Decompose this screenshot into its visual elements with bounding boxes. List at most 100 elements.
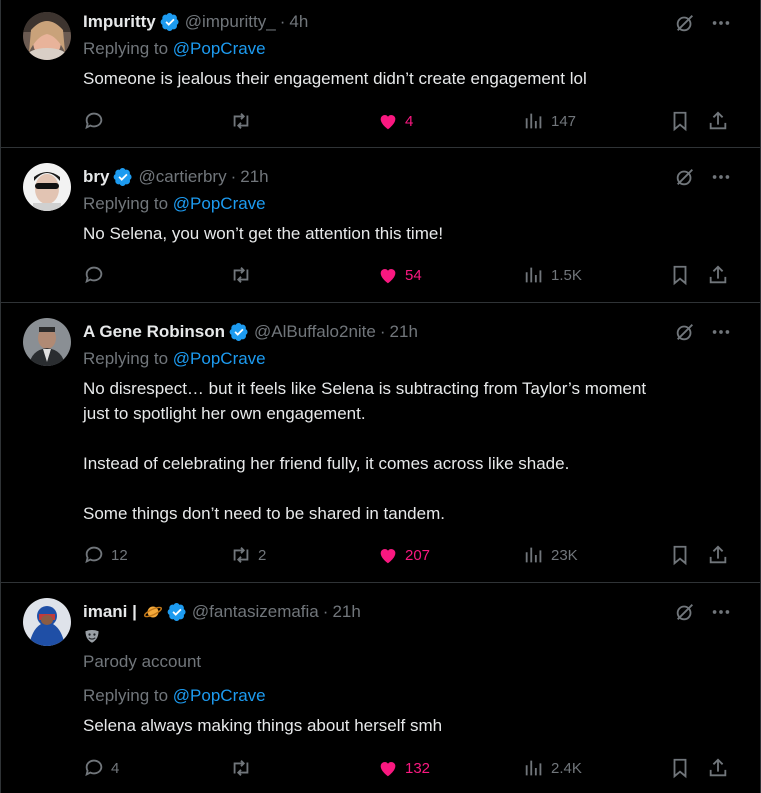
display-name[interactable]: Impuritty (83, 12, 156, 32)
reply-icon (85, 112, 103, 130)
views-icon (525, 113, 542, 129)
view-count: 147 (551, 112, 577, 130)
share-icon (709, 265, 727, 284)
grok-icon[interactable] (674, 601, 696, 623)
reply-count: 4 (111, 759, 120, 777)
reply-icon (85, 266, 103, 284)
bookmark-button[interactable] (669, 109, 691, 133)
replying-to-mention[interactable]: @PopCrave (173, 194, 266, 213)
view-count: 23K (551, 546, 578, 564)
views-icon (525, 547, 542, 563)
reply-button[interactable]: 12 (83, 543, 128, 567)
avatar-image (23, 163, 71, 211)
tweet[interactable]: Impuritty @impuritty_ · 4h Replying to @… (1, 0, 760, 148)
like-button[interactable]: 132 (377, 756, 430, 780)
parody-label: Parody account (83, 652, 202, 671)
replying-to-mention[interactable]: @PopCrave (173, 349, 266, 368)
reply-icon (85, 546, 103, 564)
avatar[interactable] (23, 598, 71, 646)
timestamp[interactable]: 21h (332, 602, 360, 622)
retweet-button[interactable] (230, 756, 258, 780)
replying-to: Replying to @PopCrave (83, 39, 740, 61)
display-name[interactable]: bry (83, 167, 109, 187)
like-button[interactable]: 4 (377, 109, 413, 133)
like-count: 4 (405, 112, 414, 130)
tweet-text: Selena always making things about hersel… (83, 713, 740, 738)
reply-button[interactable]: 4 (83, 756, 119, 780)
avatar-image (23, 12, 71, 60)
user-handle[interactable]: @fantasizemafia (192, 602, 319, 622)
retweet-icon (233, 547, 249, 563)
retweet-icon (233, 267, 249, 283)
user-handle[interactable]: @cartierbry (138, 167, 226, 187)
tweet[interactable]: A Gene Robinson @AlBuffalo2nite · 21h Re… (1, 303, 760, 583)
heart-filled-icon (380, 762, 396, 777)
grok-icon[interactable] (674, 321, 696, 343)
avatar-image (23, 598, 71, 646)
like-count: 207 (405, 546, 431, 564)
bookmark-button[interactable] (669, 263, 691, 287)
bookmark-icon (673, 545, 687, 566)
avatar[interactable] (23, 12, 71, 60)
avatar[interactable] (23, 163, 71, 211)
tweet-header: A Gene Robinson @AlBuffalo2nite · 21h (83, 320, 740, 344)
tweet-text: Someone is jealous their engagement didn… (83, 66, 740, 91)
view-count: 2.4K (551, 759, 582, 777)
timestamp[interactable]: 21h (390, 322, 418, 342)
replying-to-label: Replying to (83, 39, 173, 58)
views-button[interactable]: 2.4K (523, 756, 582, 780)
replying-to-mention[interactable]: @PopCrave (173, 686, 266, 705)
grok-icon[interactable] (674, 166, 696, 188)
retweet-button[interactable] (230, 263, 258, 287)
share-button[interactable] (707, 756, 729, 780)
share-icon (709, 758, 727, 777)
tweet-text-line: Instead of celebrating her friend fully,… (83, 454, 570, 473)
reply-button[interactable] (83, 263, 111, 287)
reply-button[interactable] (83, 109, 111, 133)
user-handle[interactable]: @AlBuffalo2nite (254, 322, 376, 342)
tweet-header: imani | @fantasizemafia · 21h (83, 600, 740, 624)
like-button[interactable]: 54 (377, 263, 422, 287)
verified-icon (113, 167, 133, 187)
share-button[interactable] (707, 109, 729, 133)
grok-icon[interactable] (674, 12, 696, 34)
separator-dot: · (379, 322, 386, 341)
more-icon[interactable] (710, 12, 732, 34)
like-button[interactable]: 207 (377, 543, 430, 567)
share-button[interactable] (707, 543, 729, 567)
views-button[interactable]: 147 (523, 109, 576, 133)
user-handle[interactable]: @impuritty_ (185, 12, 276, 32)
views-button[interactable]: 1.5K (523, 263, 582, 287)
retweet-icon (233, 113, 249, 129)
replying-to: Replying to @PopCrave (83, 194, 740, 216)
tweet-text-line: No disrespect… but it feels like Selena … (83, 379, 647, 398)
tweet-text-line: Some things don’t need to be shared in t… (83, 504, 445, 523)
replying-to-mention[interactable]: @PopCrave (173, 39, 266, 58)
tweet[interactable]: bry @cartierbry · 21h Replying to @PopCr… (1, 148, 760, 303)
retweet-button[interactable]: 2 (230, 543, 266, 567)
replying-to-label: Replying to (83, 349, 173, 368)
avatar-image (23, 318, 71, 366)
tweet-actions: 54 1.5K (83, 263, 733, 287)
more-icon[interactable] (710, 166, 732, 188)
heart-filled-icon (380, 269, 396, 284)
bookmark-button[interactable] (669, 543, 691, 567)
bookmark-button[interactable] (669, 756, 691, 780)
replying-to-label: Replying to (83, 194, 173, 213)
share-icon (709, 545, 727, 564)
views-button[interactable]: 23K (523, 543, 578, 567)
avatar[interactable] (23, 318, 71, 366)
planet-emoji (143, 602, 163, 622)
timestamp[interactable]: 21h (240, 167, 268, 187)
more-icon[interactable] (710, 601, 732, 623)
timestamp[interactable]: 4h (289, 12, 308, 32)
separator-dot: · (230, 167, 237, 186)
bookmark-icon (673, 265, 687, 286)
tweet-text-line: just to spotlight her own engagement. (83, 404, 366, 423)
share-button[interactable] (707, 263, 729, 287)
more-icon[interactable] (710, 321, 732, 343)
display-name[interactable]: imani | (83, 602, 137, 622)
display-name[interactable]: A Gene Robinson (83, 322, 225, 342)
retweet-button[interactable] (230, 109, 258, 133)
tweet[interactable]: imani | @fantasizemafia · 21h Parody acc… (1, 583, 760, 793)
